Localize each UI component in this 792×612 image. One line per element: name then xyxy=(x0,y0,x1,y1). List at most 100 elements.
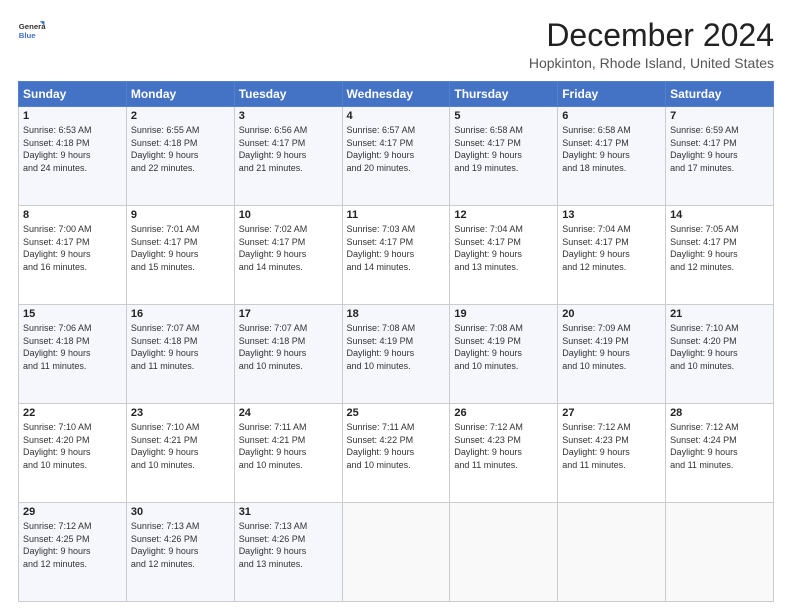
calendar-cell: 7Sunrise: 6:59 AM Sunset: 4:17 PM Daylig… xyxy=(666,107,774,206)
day-number: 8 xyxy=(23,209,122,221)
day-info: Sunrise: 7:08 AM Sunset: 4:19 PM Dayligh… xyxy=(454,322,553,372)
svg-text:Blue: Blue xyxy=(19,31,37,40)
day-info: Sunrise: 7:05 AM Sunset: 4:17 PM Dayligh… xyxy=(670,223,769,273)
calendar-cell: 20 Sunrise: 7:09 AM Sunset: 4:19 PM Dayli… xyxy=(558,305,666,404)
day-info: Sunrise: 6:55 AM Sunset: 4:18 PM Dayligh… xyxy=(131,124,230,174)
calendar-cell xyxy=(558,503,666,602)
calendar-cell: 27 Sunrise: 7:12 AM Sunset: 4:23 PM Dayli… xyxy=(558,404,666,503)
day-number: 23 xyxy=(131,407,230,419)
calendar-cell: 9 Sunrise: 7:01 AM Sunset: 4:17 PM Daylig… xyxy=(126,206,234,305)
calendar-week-row: 1 Sunrise: 6:53 AM Sunset: 4:18 PM Daylig… xyxy=(19,107,774,206)
day-number: 2 xyxy=(131,110,230,122)
calendar-cell: 19Sunrise: 7:08 AM Sunset: 4:19 PM Dayli… xyxy=(450,305,558,404)
day-number: 17 xyxy=(239,308,338,320)
calendar-day-header: Thursday xyxy=(450,82,558,107)
day-info: Sunrise: 7:01 AM Sunset: 4:17 PM Dayligh… xyxy=(131,223,230,273)
calendar-cell: 25Sunrise: 7:11 AM Sunset: 4:22 PM Dayli… xyxy=(342,404,450,503)
day-info: Sunrise: 7:13 AM Sunset: 4:26 PM Dayligh… xyxy=(239,520,338,570)
calendar-day-header: Friday xyxy=(558,82,666,107)
day-info: Sunrise: 7:11 AM Sunset: 4:21 PM Dayligh… xyxy=(239,421,338,471)
calendar-cell: 15 Sunrise: 7:06 AM Sunset: 4:18 PM Dayli… xyxy=(19,305,127,404)
day-number: 12 xyxy=(454,209,553,221)
calendar-cell: 3 Sunrise: 6:56 AM Sunset: 4:17 PM Daylig… xyxy=(234,107,342,206)
calendar-cell: 29 Sunrise: 7:12 AM Sunset: 4:25 PM Dayli… xyxy=(19,503,127,602)
day-info: Sunrise: 7:03 AM Sunset: 4:17 PM Dayligh… xyxy=(347,223,446,273)
day-number: 6 xyxy=(562,110,661,122)
day-info: Sunrise: 7:11 AM Sunset: 4:22 PM Dayligh… xyxy=(347,421,446,471)
calendar-cell xyxy=(666,503,774,602)
day-number: 26 xyxy=(454,407,553,419)
day-info: Sunrise: 6:56 AM Sunset: 4:17 PM Dayligh… xyxy=(239,124,338,174)
brand-logo: General Blue xyxy=(18,18,46,46)
calendar-table: SundayMondayTuesdayWednesdayThursdayFrid… xyxy=(18,81,774,602)
day-number: 11 xyxy=(347,209,446,221)
day-number: 18 xyxy=(347,308,446,320)
day-info: Sunrise: 7:13 AM Sunset: 4:26 PM Dayligh… xyxy=(131,520,230,570)
day-number: 9 xyxy=(131,209,230,221)
page-title: December 2024 xyxy=(529,18,774,53)
day-info: Sunrise: 7:10 AM Sunset: 4:21 PM Dayligh… xyxy=(131,421,230,471)
day-info: Sunrise: 6:53 AM Sunset: 4:18 PM Dayligh… xyxy=(23,124,122,174)
calendar-week-row: 22 Sunrise: 7:10 AM Sunset: 4:20 PM Dayli… xyxy=(19,404,774,503)
calendar-cell: 17 Sunrise: 7:07 AM Sunset: 4:18 PM Dayli… xyxy=(234,305,342,404)
day-info: Sunrise: 7:12 AM Sunset: 4:23 PM Dayligh… xyxy=(454,421,553,471)
day-number: 16 xyxy=(131,308,230,320)
calendar-cell: 14 Sunrise: 7:05 AM Sunset: 4:17 PM Dayli… xyxy=(666,206,774,305)
calendar-cell: 8 Sunrise: 7:00 AM Sunset: 4:17 PM Daylig… xyxy=(19,206,127,305)
calendar-cell: 10 Sunrise: 7:02 AM Sunset: 4:17 PM Dayli… xyxy=(234,206,342,305)
calendar-cell: 6Sunrise: 6:58 AM Sunset: 4:17 PM Daylig… xyxy=(558,107,666,206)
calendar-day-header: Tuesday xyxy=(234,82,342,107)
calendar-cell: 2 Sunrise: 6:55 AM Sunset: 4:18 PM Daylig… xyxy=(126,107,234,206)
calendar-cell: 26 Sunrise: 7:12 AM Sunset: 4:23 PM Dayli… xyxy=(450,404,558,503)
calendar-cell xyxy=(342,503,450,602)
calendar-cell: 16 Sunrise: 7:07 AM Sunset: 4:18 PM Dayli… xyxy=(126,305,234,404)
day-info: Sunrise: 7:06 AM Sunset: 4:18 PM Dayligh… xyxy=(23,322,122,372)
day-info: Sunrise: 7:12 AM Sunset: 4:24 PM Dayligh… xyxy=(670,421,769,471)
day-number: 28 xyxy=(670,407,769,419)
day-number: 27 xyxy=(562,407,661,419)
day-info: Sunrise: 7:10 AM Sunset: 4:20 PM Dayligh… xyxy=(23,421,122,471)
day-info: Sunrise: 7:12 AM Sunset: 4:23 PM Dayligh… xyxy=(562,421,661,471)
calendar-cell xyxy=(450,503,558,602)
calendar-day-header: Wednesday xyxy=(342,82,450,107)
day-number: 21 xyxy=(670,308,769,320)
day-info: Sunrise: 7:02 AM Sunset: 4:17 PM Dayligh… xyxy=(239,223,338,273)
day-number: 22 xyxy=(23,407,122,419)
day-number: 29 xyxy=(23,506,122,518)
calendar-cell: 4 Sunrise: 6:57 AM Sunset: 4:17 PM Daylig… xyxy=(342,107,450,206)
day-info: Sunrise: 7:07 AM Sunset: 4:18 PM Dayligh… xyxy=(131,322,230,372)
day-info: Sunrise: 6:57 AM Sunset: 4:17 PM Dayligh… xyxy=(347,124,446,174)
day-number: 13 xyxy=(562,209,661,221)
calendar-day-header: Monday xyxy=(126,82,234,107)
day-info: Sunrise: 7:12 AM Sunset: 4:25 PM Dayligh… xyxy=(23,520,122,570)
calendar-cell: 23 Sunrise: 7:10 AM Sunset: 4:21 PM Dayli… xyxy=(126,404,234,503)
calendar-week-row: 8 Sunrise: 7:00 AM Sunset: 4:17 PM Daylig… xyxy=(19,206,774,305)
title-block: December 2024 Hopkinton, Rhode Island, U… xyxy=(529,18,774,71)
day-number: 31 xyxy=(239,506,338,518)
day-info: Sunrise: 7:04 AM Sunset: 4:17 PM Dayligh… xyxy=(454,223,553,273)
day-info: Sunrise: 7:10 AM Sunset: 4:20 PM Dayligh… xyxy=(670,322,769,372)
calendar-week-row: 29 Sunrise: 7:12 AM Sunset: 4:25 PM Dayli… xyxy=(19,503,774,602)
day-number: 4 xyxy=(347,110,446,122)
day-number: 20 xyxy=(562,308,661,320)
day-number: 1 xyxy=(23,110,122,122)
day-number: 15 xyxy=(23,308,122,320)
page-subtitle: Hopkinton, Rhode Island, United States xyxy=(529,55,774,71)
calendar-cell: 24Sunrise: 7:11 AM Sunset: 4:21 PM Dayli… xyxy=(234,404,342,503)
calendar-cell: 1 Sunrise: 6:53 AM Sunset: 4:18 PM Daylig… xyxy=(19,107,127,206)
calendar-cell: 5Sunrise: 6:58 AM Sunset: 4:17 PM Daylig… xyxy=(450,107,558,206)
calendar-cell: 11 Sunrise: 7:03 AM Sunset: 4:17 PM Dayli… xyxy=(342,206,450,305)
day-number: 3 xyxy=(239,110,338,122)
page-header: General Blue December 2024 Hopkinton, Rh… xyxy=(18,18,774,71)
calendar-cell: 21 Sunrise: 7:10 AM Sunset: 4:20 PM Dayli… xyxy=(666,305,774,404)
day-info: Sunrise: 7:07 AM Sunset: 4:18 PM Dayligh… xyxy=(239,322,338,372)
day-info: Sunrise: 6:59 AM Sunset: 4:17 PM Dayligh… xyxy=(670,124,769,174)
day-info: Sunrise: 7:09 AM Sunset: 4:19 PM Dayligh… xyxy=(562,322,661,372)
calendar-cell: 22 Sunrise: 7:10 AM Sunset: 4:20 PM Dayli… xyxy=(19,404,127,503)
calendar-week-row: 15 Sunrise: 7:06 AM Sunset: 4:18 PM Dayli… xyxy=(19,305,774,404)
day-number: 10 xyxy=(239,209,338,221)
logo-icon: General Blue xyxy=(18,18,46,46)
day-number: 14 xyxy=(670,209,769,221)
calendar-cell: 13Sunrise: 7:04 AM Sunset: 4:17 PM Dayli… xyxy=(558,206,666,305)
day-info: Sunrise: 7:00 AM Sunset: 4:17 PM Dayligh… xyxy=(23,223,122,273)
